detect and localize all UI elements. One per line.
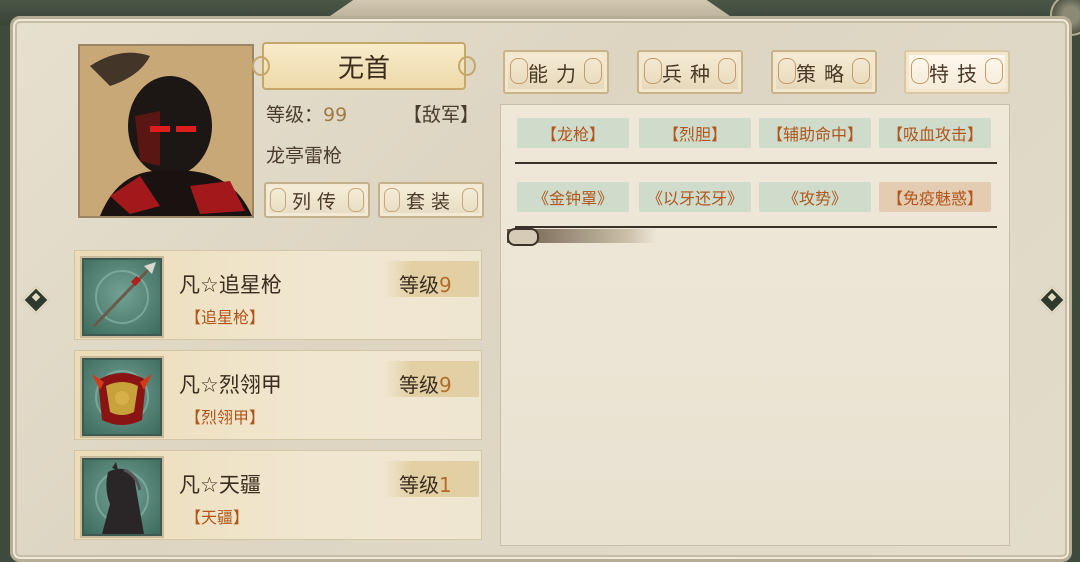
scroll-ornament-icon [462,188,478,212]
scroll-ornament-icon [778,58,796,84]
faction-label: 【敌军】 [403,104,480,126]
scroll-ornament-icon [911,58,929,84]
skill-item[interactable]: 【龙枪】 [517,118,629,148]
scroll-ornament-icon [584,58,602,84]
biography-label: 列传 [291,190,342,213]
scroll-ornament-icon [384,188,400,212]
hero-title: 龙亭雷枪 [266,145,343,167]
skill-item[interactable]: 【免疫魅惑】 [879,182,991,212]
equipment-name: 凡☆追星枪 [179,273,282,297]
scroll-ornament-icon [644,58,662,84]
scroll-ornament-icon [348,188,364,212]
skill-item[interactable]: 【烈胆】 [639,118,751,148]
equipment-subtitle: 【烈翎甲】 [185,408,266,427]
equipment-level: 等级9 [399,373,452,397]
skill-item[interactable]: 《金钟罩》 [517,182,629,212]
scroll-ornament-icon [270,188,286,212]
equipment-level: 等级9 [399,273,452,297]
equipment-slot-weapon[interactable]: 凡☆追星枪 等级9 【追星枪】 [74,250,482,340]
hero-name: 无首 [252,42,476,90]
equipment-slot-armor[interactable]: 凡☆烈翎甲 等级9 【烈翎甲】 [74,350,482,440]
level-label: 等级： [266,104,324,126]
spear-icon [82,258,162,336]
equipment-subtitle: 【追星枪】 [185,308,266,327]
suit-label: 套装 [405,190,456,213]
equipment-name: 凡☆烈翎甲 [179,373,282,397]
tab-troops[interactable]: 兵种 [637,50,743,94]
tab-ability[interactable]: 能力 [503,50,609,94]
level-value: 99 [323,104,348,126]
suit-button[interactable]: 套装 [378,182,484,218]
scroll-ornament-icon [718,58,736,84]
divider [515,162,997,164]
hero-portrait [78,44,254,218]
equipment-subtitle: 【天疆】 [185,508,250,527]
tab-label: 策略 [796,61,852,86]
top-ornament [330,0,730,16]
skill-item[interactable]: 《攻势》 [759,182,871,212]
scroll-ornament-icon [510,58,528,84]
tab-label: 能力 [528,61,584,86]
tab-label: 特技 [929,61,985,86]
skills-panel [500,104,1010,546]
equipment-level: 等级1 [399,473,452,497]
tab-strategy[interactable]: 策略 [771,50,877,94]
scroll-curl-icon [507,228,539,246]
equipment-slot-mount[interactable]: 凡☆天疆 等级1 【天疆】 [74,450,482,540]
divider [515,226,997,228]
biography-button[interactable]: 列传 [264,182,370,218]
armor-icon [82,358,162,436]
equipment-name: 凡☆天疆 [179,473,261,497]
scroll-ornament-icon [852,58,870,84]
horse-icon [82,458,162,536]
skill-item[interactable]: 《以牙还牙》 [639,182,751,212]
skill-item[interactable]: 【吸血攻击】 [879,118,991,148]
scroll-ornament-icon [985,58,1003,84]
level-row: 等级：99 [266,100,347,127]
skill-item[interactable]: 【辅助命中】 [759,118,871,148]
tab-label: 兵种 [662,61,718,86]
tab-special-skill[interactable]: 特技 [904,50,1010,94]
